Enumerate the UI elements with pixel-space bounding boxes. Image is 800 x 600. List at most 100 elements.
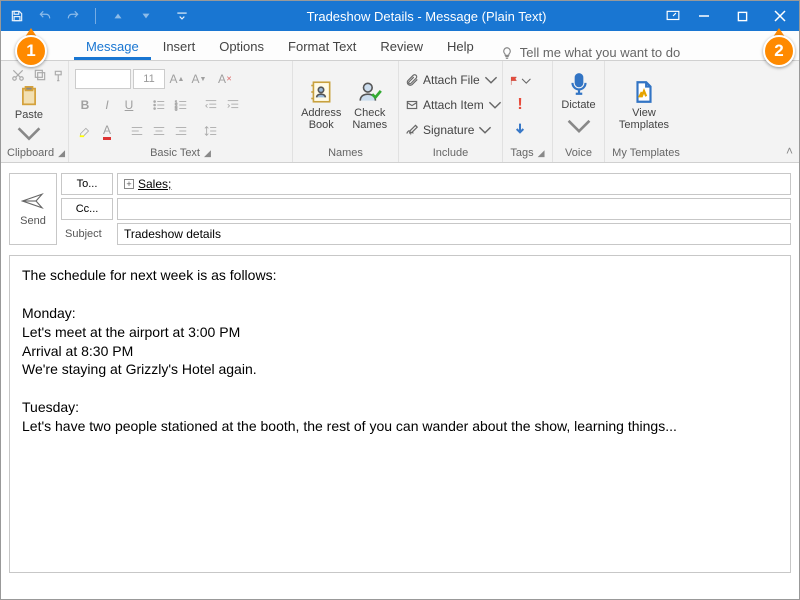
paste-button[interactable]: Paste — [7, 86, 51, 144]
font-name-box[interactable] — [75, 69, 131, 89]
subject-label: Subject — [61, 223, 113, 245]
window-controls — [685, 1, 799, 31]
subject-input[interactable] — [124, 227, 784, 241]
send-button[interactable]: Send — [9, 173, 57, 245]
clear-format-icon[interactable]: A✕ — [215, 69, 235, 89]
font-size-box[interactable]: 11 — [133, 69, 165, 89]
decrease-indent-icon[interactable] — [201, 95, 221, 115]
cc-button[interactable]: Cc... — [61, 198, 113, 220]
dialog-launcher-icon[interactable]: ◢ — [58, 148, 65, 158]
group-label: My Templates — [611, 145, 681, 160]
qat-customize-icon[interactable] — [172, 6, 192, 26]
undo-icon[interactable] — [35, 6, 55, 26]
chevron-down-icon — [488, 98, 502, 112]
increase-indent-icon[interactable] — [223, 95, 243, 115]
tab-review[interactable]: Review — [368, 34, 435, 60]
view-templates-button[interactable]: ViewTemplates — [611, 67, 677, 143]
shrink-font-icon[interactable]: A▼ — [189, 69, 209, 89]
to-field[interactable]: + Sales; — [117, 173, 791, 195]
dialog-launcher-icon[interactable]: ◢ — [538, 148, 545, 158]
highlight-icon[interactable] — [75, 121, 95, 141]
dialog-launcher-icon[interactable]: ◢ — [204, 148, 211, 158]
attach-file-button[interactable]: Attach File — [405, 68, 502, 92]
align-right-icon[interactable] — [171, 121, 191, 141]
italic-icon[interactable]: I — [97, 95, 117, 115]
separator — [95, 8, 96, 24]
attach-item-button[interactable]: Attach Item — [405, 93, 502, 117]
align-center-icon[interactable] — [149, 121, 169, 141]
group-label: Clipboard◢ — [7, 145, 62, 160]
address-book-label: AddressBook — [301, 107, 341, 131]
grow-font-icon[interactable]: A▲ — [167, 69, 187, 89]
redo-icon[interactable] — [63, 6, 83, 26]
maximize-button[interactable] — [723, 1, 761, 31]
group-my-templates: ViewTemplates My Templates — [605, 61, 687, 162]
expand-recipient-icon[interactable]: + — [124, 179, 134, 189]
tab-message[interactable]: Message — [74, 34, 151, 60]
to-button[interactable]: To... — [61, 173, 113, 195]
check-names-label: CheckNames — [352, 107, 387, 131]
ribbon-tabs: File Message Insert Options Format Text … — [1, 31, 799, 61]
tab-insert[interactable]: Insert — [151, 34, 208, 60]
chevron-down-icon — [478, 123, 492, 137]
recipient[interactable]: Sales; — [138, 177, 171, 191]
tab-options[interactable]: Options — [207, 34, 276, 60]
tell-me[interactable]: Tell me what you want to do — [500, 45, 680, 60]
group-basic-text: 11 A▲ A▼ A✕ B I U 123 — [69, 61, 293, 162]
underline-icon[interactable]: U — [119, 95, 139, 115]
follow-up-flag-icon[interactable] — [509, 70, 531, 92]
group-include: Attach File Attach Item Signature Includ… — [399, 61, 503, 162]
tell-me-label: Tell me what you want to do — [520, 45, 680, 60]
cut-icon[interactable] — [8, 66, 28, 84]
window-title: Tradeshow Details - Message (Plain Text) — [192, 9, 661, 24]
dictate-button[interactable]: Dictate — [559, 67, 598, 143]
font-color-icon[interactable]: A — [97, 121, 117, 141]
chevron-down-icon — [16, 123, 42, 144]
send-label: Send — [20, 215, 46, 227]
signature-icon — [405, 123, 419, 137]
group-clipboard: Paste Clipboard◢ — [1, 61, 69, 162]
copy-icon[interactable] — [30, 66, 50, 84]
bold-icon[interactable]: B — [75, 95, 95, 115]
paste-label: Paste — [15, 109, 43, 121]
subject-field[interactable] — [117, 223, 791, 245]
group-names: AddressBook CheckNames Names — [293, 61, 399, 162]
collapse-ribbon-icon[interactable]: ˄ — [786, 144, 793, 158]
group-label: Basic Text◢ — [75, 145, 286, 160]
group-label: Tags◢ — [509, 145, 546, 160]
signature-button[interactable]: Signature — [405, 118, 502, 142]
svg-text:3: 3 — [175, 106, 178, 111]
tab-format-text[interactable]: Format Text — [276, 34, 368, 60]
save-icon[interactable] — [7, 6, 27, 26]
next-item-icon[interactable] — [136, 6, 156, 26]
group-label: Voice — [559, 145, 598, 160]
view-templates-label: ViewTemplates — [619, 107, 669, 131]
line-spacing-icon[interactable] — [201, 121, 221, 141]
paperclip-icon — [405, 73, 419, 87]
previous-item-icon[interactable] — [108, 6, 128, 26]
dictate-label: Dictate — [561, 99, 595, 111]
bullets-icon[interactable] — [149, 95, 169, 115]
ribbon-display-options-icon[interactable] — [661, 10, 685, 22]
close-button[interactable] — [761, 1, 799, 31]
cc-field[interactable] — [117, 198, 791, 220]
group-tags: ! Tags◢ — [503, 61, 553, 162]
attach-item-icon — [405, 98, 419, 112]
lightbulb-icon — [500, 46, 514, 60]
numbering-icon[interactable]: 123 — [171, 95, 191, 115]
minimize-button[interactable] — [685, 1, 723, 31]
address-book-button[interactable]: AddressBook — [299, 67, 344, 143]
title-bar: Tradeshow Details - Message (Plain Text) — [1, 1, 799, 31]
low-importance-icon[interactable] — [509, 118, 531, 140]
ribbon: Paste Clipboard◢ 11 A▲ A▼ A✕ B I — [1, 61, 799, 163]
chevron-down-icon — [566, 113, 592, 139]
group-label: Include — [405, 145, 496, 160]
message-body[interactable]: The schedule for next week is as follows… — [9, 255, 791, 573]
group-voice: Dictate Voice — [553, 61, 605, 162]
send-icon — [21, 191, 45, 211]
format-painter-icon[interactable] — [53, 67, 67, 85]
tab-help[interactable]: Help — [435, 34, 486, 60]
check-names-button[interactable]: CheckNames — [348, 67, 393, 143]
align-left-icon[interactable] — [127, 121, 147, 141]
high-importance-icon[interactable]: ! — [509, 94, 531, 116]
